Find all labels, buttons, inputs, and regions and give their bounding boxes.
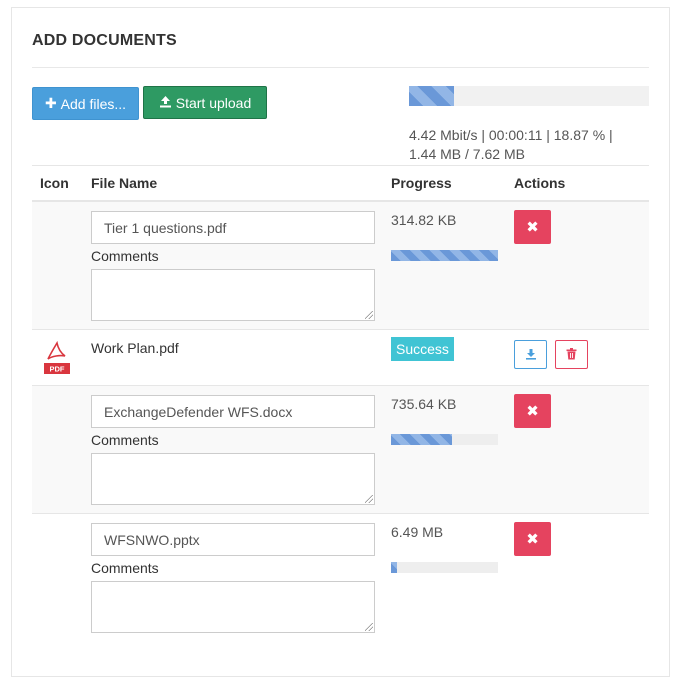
comments-label: Comments <box>91 432 159 448</box>
file-size: 314.82 KB <box>391 212 457 228</box>
upload-stats: 4.42 Mbit/s | 00:00:11 | 18.87 % | 1.44 … <box>409 126 649 164</box>
add-documents-panel: ADD DOCUMENTS ✚ Add files... Start uploa… <box>11 7 670 677</box>
table-row: PDF Work Plan.pdf Success <box>32 330 649 386</box>
resize-handle-icon[interactable] <box>365 311 373 319</box>
upload-stats-line2: 1.44 MB / 7.62 MB <box>409 146 525 162</box>
column-header-icon: Icon <box>40 175 69 191</box>
table-row: Comments 314.82 KB ✖ <box>32 202 649 330</box>
comments-textarea[interactable] <box>91 581 375 633</box>
resize-handle-icon[interactable] <box>365 495 373 503</box>
add-files-label: Add files... <box>60 95 127 112</box>
file-name-input[interactable] <box>91 211 375 244</box>
close-icon: ✖ <box>526 531 539 548</box>
table-header: Icon File Name Progress Actions <box>32 165 649 202</box>
start-upload-button[interactable]: Start upload <box>143 86 267 119</box>
panel-title: ADD DOCUMENTS <box>32 32 177 49</box>
file-progress-fill <box>391 434 452 445</box>
add-files-button[interactable]: ✚ Add files... <box>32 87 139 120</box>
file-name: Work Plan.pdf <box>91 340 179 356</box>
file-progress-fill <box>391 250 498 261</box>
file-progress-fill <box>391 562 398 573</box>
start-upload-label: Start upload <box>175 94 252 111</box>
file-progress-bar <box>391 434 498 445</box>
upload-icon <box>159 95 172 111</box>
comments-label: Comments <box>91 248 159 264</box>
column-header-file-name: File Name <box>91 175 158 191</box>
comments-textarea[interactable] <box>91 453 375 505</box>
upload-stats-line1: 4.42 Mbit/s | 00:00:11 | 18.87 % | <box>409 127 613 143</box>
file-size: 735.64 KB <box>391 396 457 412</box>
pdf-icon-label: PDF <box>50 365 65 374</box>
file-progress-bar <box>391 250 498 261</box>
cancel-upload-button[interactable]: ✖ <box>514 522 551 556</box>
resize-handle-icon[interactable] <box>365 623 373 631</box>
file-name-input[interactable] <box>91 523 375 556</box>
column-header-actions: Actions <box>514 175 566 191</box>
overall-progress-bar <box>409 86 649 106</box>
delete-button[interactable] <box>555 340 588 369</box>
download-button[interactable] <box>514 340 547 369</box>
column-header-progress: Progress <box>391 175 452 191</box>
table-row: Comments 735.64 KB ✖ <box>32 386 649 514</box>
overall-progress-fill <box>409 86 455 106</box>
close-icon: ✖ <box>526 403 539 420</box>
pdf-file-icon: PDF <box>43 339 71 378</box>
file-size: 6.49 MB <box>391 524 444 540</box>
plus-icon: ✚ <box>44 95 57 111</box>
comments-textarea[interactable] <box>91 269 375 321</box>
close-icon: ✖ <box>526 219 539 236</box>
trash-icon <box>566 347 577 363</box>
download-icon <box>525 347 537 363</box>
file-name-input[interactable] <box>91 395 375 428</box>
status-badge: Success <box>391 337 454 361</box>
comments-label: Comments <box>91 560 159 576</box>
cancel-upload-button[interactable]: ✖ <box>514 210 551 244</box>
table-row: Comments 6.49 MB ✖ <box>32 514 649 642</box>
title-divider <box>32 67 649 68</box>
file-progress-bar <box>391 562 498 573</box>
cancel-upload-button[interactable]: ✖ <box>514 394 551 428</box>
